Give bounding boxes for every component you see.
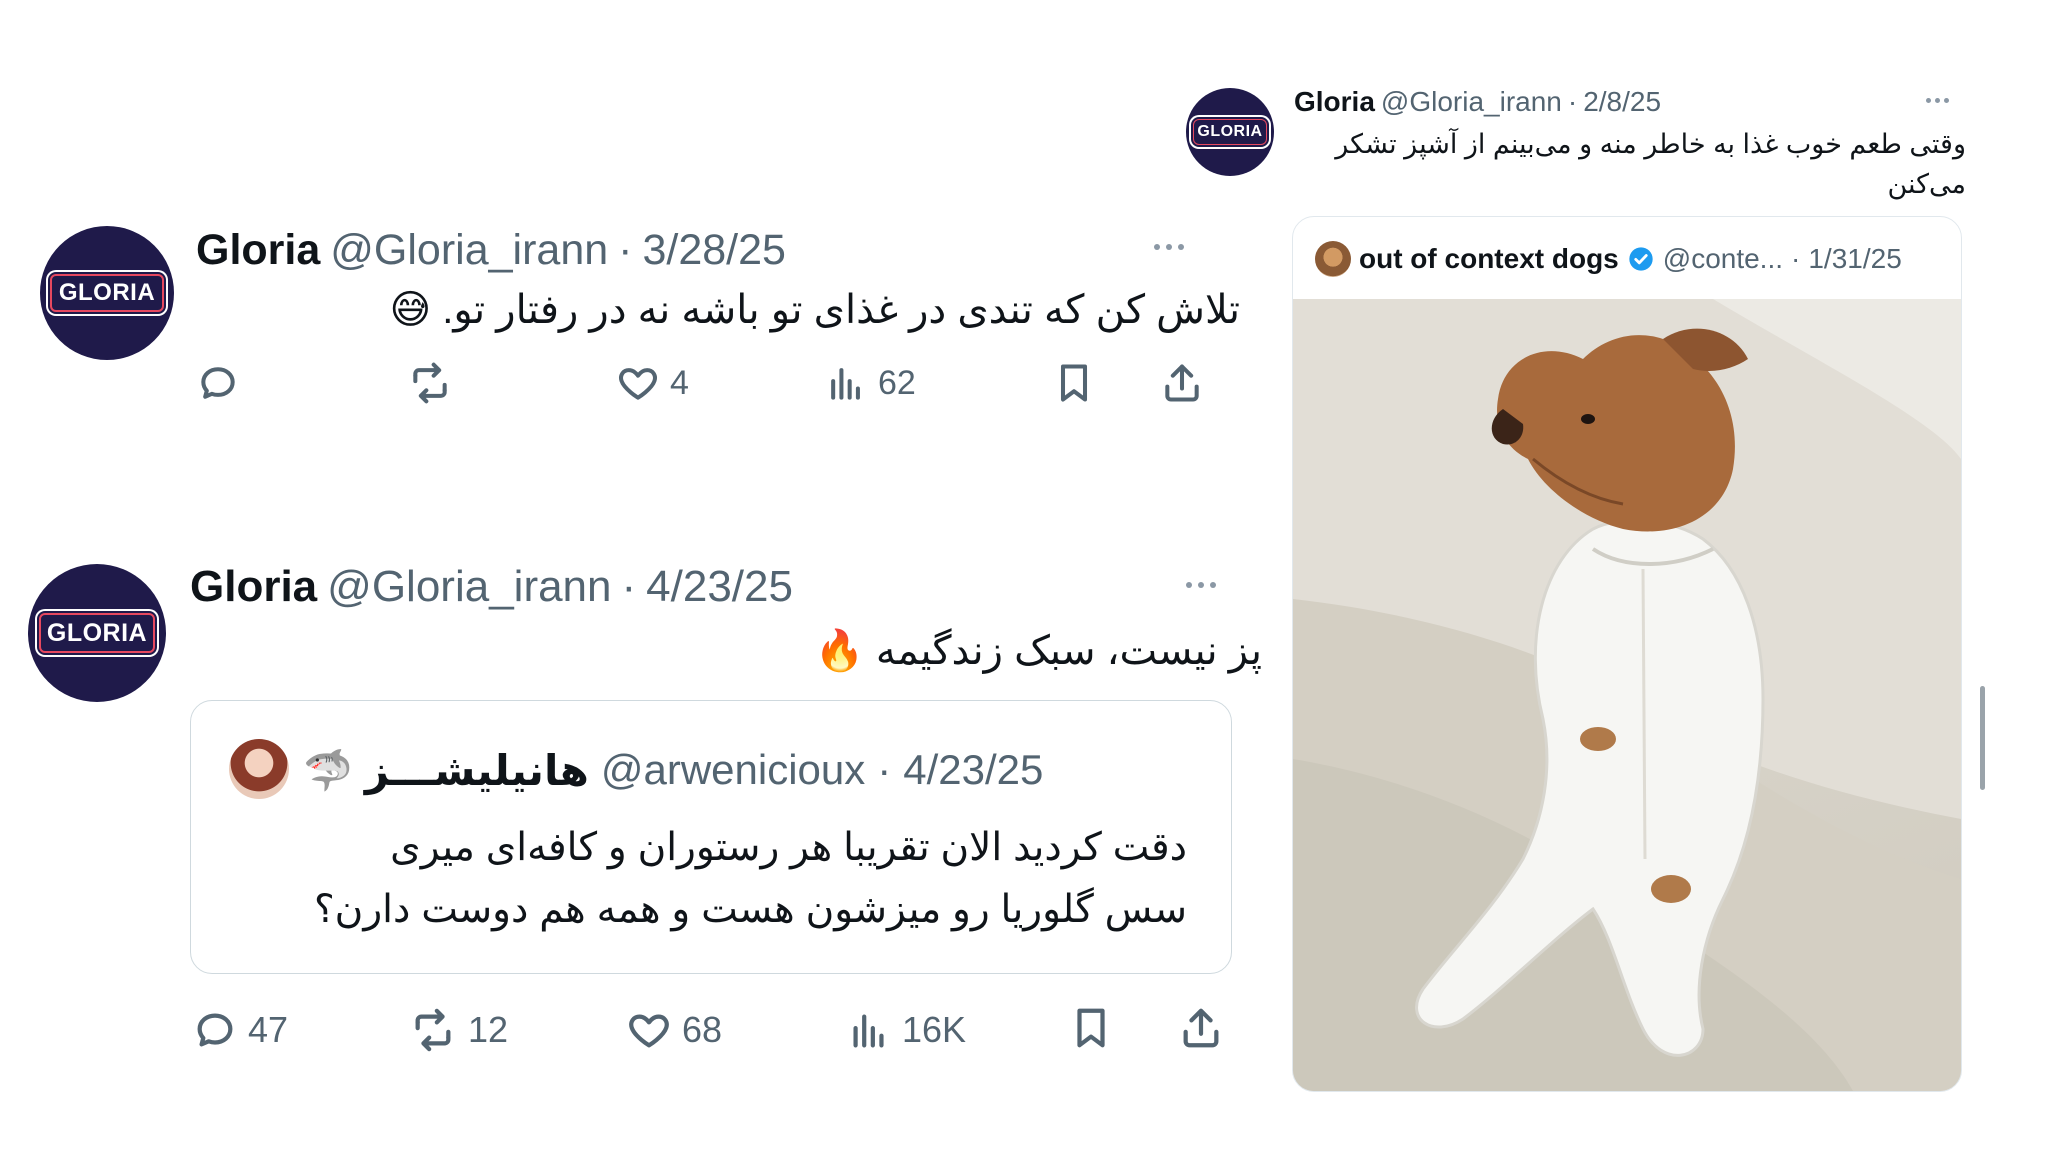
quote-text-line-1: دقت کردید الان تقریبا هر رستوران و کافه‌… — [390, 826, 1187, 869]
tweet-1: GLORIA Gloria @Gloria_irann · 3/28/25 تل… — [40, 220, 1240, 420]
avatar[interactable]: GLORIA — [1186, 88, 1274, 176]
analytics-icon — [853, 1014, 884, 1048]
bookmark-button[interactable] — [1068, 1002, 1114, 1054]
verified-badge-icon — [1629, 247, 1653, 271]
gloria-logo: GLORIA — [1193, 119, 1267, 145]
avatar[interactable]: GLORIA — [40, 226, 174, 360]
tweet-header: Gloria @Gloria_irann · 3/28/25 — [196, 220, 786, 280]
more-options-icon[interactable] — [1926, 98, 1949, 103]
author-handle[interactable]: @Gloria_irann — [330, 226, 608, 275]
retweet-count: 12 — [468, 1009, 509, 1050]
retweet-button[interactable]: 12 — [408, 1004, 508, 1056]
retweet-icon — [415, 1008, 451, 1052]
fire-emoji: 🔥 — [814, 629, 865, 673]
quoted-tweet[interactable]: out of context dogs @conte... · 1/31/25 — [1292, 216, 1962, 1092]
retweet-button[interactable] — [406, 358, 464, 408]
separator-dot: · — [1791, 243, 1801, 274]
author-name[interactable]: Gloria — [1294, 86, 1375, 118]
tweet-text: پز نیست، سبک زندگیمه 🔥 — [328, 622, 1262, 680]
heart-icon — [619, 368, 657, 400]
like-count: 4 — [670, 363, 689, 402]
bookmark-icon — [1077, 1008, 1105, 1048]
analytics-icon — [831, 368, 860, 400]
tweet-text: تلاش کن که تندی در غذای تو باشه نه در رف… — [320, 282, 1240, 338]
quote-author-name[interactable]: هانیلیشـــز — [365, 746, 589, 795]
retweet-icon — [413, 362, 447, 404]
reply-button[interactable]: 47 — [192, 1004, 288, 1056]
author-name[interactable]: Gloria — [190, 562, 317, 612]
views-button[interactable]: 62 — [824, 358, 916, 408]
tweet-header: Gloria @Gloria_irann · 4/23/25 — [190, 556, 793, 618]
like-count: 68 — [682, 1009, 723, 1050]
reply-button[interactable] — [196, 358, 250, 408]
quote-text: دقت کردید الان تقریبا هر رستوران و کافه‌… — [221, 817, 1187, 941]
separator-dot: · — [877, 746, 892, 793]
reply-count: 47 — [248, 1009, 289, 1050]
tweet-date[interactable]: 4/23/25 — [646, 562, 793, 612]
tweet-text-line-2: می‌کنن — [1887, 169, 1966, 199]
view-count: 62 — [878, 363, 916, 402]
sweat-smile-emoji: 😅 — [389, 288, 432, 332]
gloria-logo: GLORIA — [39, 613, 155, 653]
heart-icon — [629, 1014, 669, 1048]
quote-avatar[interactable] — [229, 739, 289, 799]
reply-icon — [197, 1013, 233, 1047]
quote-text-line-2: سس گلوریا رو میزشون هست و همه هم دوست دا… — [313, 888, 1187, 931]
quote-author-handle[interactable]: @conte... — [1663, 243, 1783, 275]
tweet-text-line-1: وقتی طعم خوب غذا به خاطر منه و می‌بینم ا… — [1335, 129, 1966, 159]
like-button[interactable]: 4 — [616, 358, 689, 408]
quote-avatar[interactable] — [1315, 241, 1351, 277]
dog-in-pajamas-image — [1293, 299, 1961, 1091]
tweet-date[interactable]: 3/28/25 — [642, 226, 785, 275]
tweet-text-body: تلاش کن که تندی در غذای تو باشه نه در رف… — [442, 288, 1240, 332]
shark-emoji: 🦈 — [303, 748, 353, 793]
tweet-3: GLORIA Gloria @Gloria_irann · 2/8/25 وقت… — [1186, 82, 1976, 1092]
gloria-logo: GLORIA — [50, 274, 164, 312]
scrollbar-thumb[interactable] — [1980, 686, 1985, 790]
author-handle[interactable]: @Gloria_irann — [1381, 86, 1562, 118]
like-button[interactable]: 68 — [626, 1004, 722, 1056]
separator-dot: · — [621, 562, 637, 611]
separator-dot: · — [618, 225, 633, 274]
bookmark-button[interactable] — [1052, 358, 1096, 408]
reply-icon — [201, 367, 235, 399]
quoted-tweet[interactable]: 🦈 هانیلیشـــز @arwenicioux · 4/23/25 دقت… — [190, 700, 1232, 974]
views-button[interactable]: 16K — [846, 1004, 966, 1056]
tweet-date[interactable]: 2/8/25 — [1583, 86, 1661, 118]
quote-date[interactable]: 1/31/25 — [1808, 243, 1901, 275]
quote-media-image[interactable] — [1293, 299, 1961, 1091]
quote-header: 🦈 هانیلیشـــز @arwenicioux · 4/23/25 — [303, 739, 1043, 801]
more-options-icon[interactable] — [1154, 244, 1184, 250]
bookmark-icon — [1060, 364, 1088, 402]
quote-header: out of context dogs @conte... · 1/31/25 — [1315, 239, 1902, 279]
tweet-2: GLORIA Gloria @Gloria_irann · 4/23/25 پز… — [28, 556, 1262, 1096]
quote-author-name[interactable]: out of context dogs — [1359, 243, 1619, 275]
author-name[interactable]: Gloria — [196, 226, 320, 275]
author-handle[interactable]: @Gloria_irann — [327, 562, 611, 612]
quote-author-handle[interactable]: @arwenicioux — [601, 746, 865, 794]
tweet-header: Gloria @Gloria_irann · 2/8/25 — [1294, 82, 1661, 122]
quote-date[interactable]: 4/23/25 — [903, 746, 1043, 794]
separator-dot: · — [1567, 86, 1578, 117]
tweet-text: وقتی طعم خوب غذا به خاطر منه و می‌بینم ا… — [1294, 124, 1966, 204]
view-count: 16K — [902, 1009, 967, 1050]
avatar[interactable]: GLORIA — [28, 564, 166, 702]
